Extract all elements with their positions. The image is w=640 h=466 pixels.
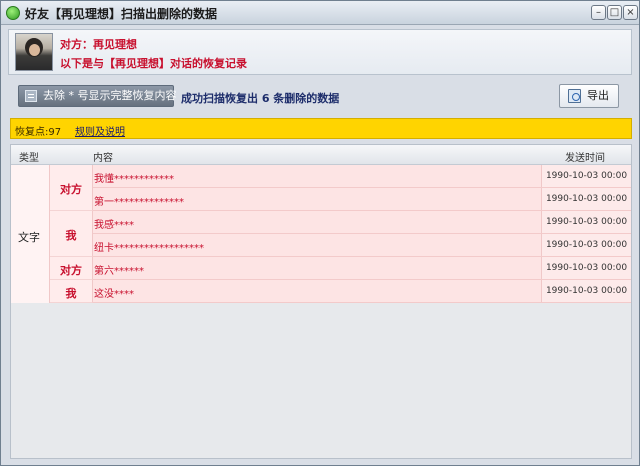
window-title: 好友【再见理想】扫描出删除的数据 — [25, 7, 218, 21]
column-content[interactable]: 内容 — [93, 149, 113, 164]
row-content: 我懂************ — [94, 174, 174, 185]
table-row[interactable]: 我感**** 1990-10-03 00:00 — [93, 211, 631, 234]
export-icon — [568, 89, 581, 103]
close-button[interactable]: × — [623, 5, 638, 20]
restore-point-bar: 恢复点:97 规则及说明 — [10, 118, 632, 139]
column-type[interactable]: 类型 — [19, 149, 39, 164]
minimize-button[interactable]: – — [591, 5, 606, 20]
row-time: 1990-10-03 00:00 — [541, 280, 631, 302]
row-time: 1990-10-03 00:00 — [541, 165, 631, 187]
reveal-button-label: 去除 * 号显示完整恢复内容 — [43, 89, 177, 102]
table-row[interactable]: 第一************** 1990-10-03 00:00 — [93, 188, 631, 211]
recovery-window: 好友【再见理想】扫描出删除的数据 – □ × 对方：再见理想 以下是与【再见理想… — [0, 0, 640, 466]
restore-point-label: 恢复点:97 — [15, 127, 62, 138]
table-row[interactable]: 纽卡****************** 1990-10-03 00:00 — [93, 234, 631, 257]
row-content: 这没**** — [94, 289, 134, 300]
toolbar: 去除 * 号显示完整恢复内容 成功扫描恢复出 6 条删除的数据 导出 — [8, 81, 632, 113]
scan-status: 成功扫描恢复出 6 条删除的数据 — [181, 92, 340, 105]
contact-header: 对方：再见理想 以下是与【再见理想】对话的恢复记录 — [8, 29, 632, 75]
table-row[interactable]: 我懂************ 1990-10-03 00:00 — [93, 165, 631, 188]
row-content: 我感**** — [94, 220, 134, 231]
sender-cell: 对方 — [50, 165, 93, 211]
rules-link[interactable]: 规则及说明 — [75, 123, 125, 138]
maximize-button[interactable]: □ — [607, 5, 622, 20]
records-table: 类型 内容 发送时间 文字 对方 我 对方 我 我懂************ 1… — [10, 144, 632, 459]
avatar — [15, 33, 53, 71]
column-time[interactable]: 发送时间 — [565, 149, 605, 164]
row-content: 纽卡****************** — [94, 243, 204, 254]
row-content: 第一************** — [94, 197, 184, 208]
contact-name: 对方：再见理想 — [60, 38, 137, 51]
chat-app-icon — [6, 6, 20, 20]
export-button[interactable]: 导出 — [559, 84, 619, 108]
sender-label: 对方 — [60, 183, 82, 196]
sender-label: 我 — [65, 287, 77, 300]
row-time: 1990-10-03 00:00 — [541, 188, 631, 210]
row-time: 1990-10-03 00:00 — [541, 234, 631, 256]
record-description: 以下是与【再见理想】对话的恢复记录 — [60, 57, 247, 70]
row-time: 1990-10-03 00:00 — [541, 257, 631, 279]
sender-label: 我 — [65, 229, 77, 242]
table-row[interactable]: 第六****** 1990-10-03 00:00 — [93, 257, 631, 280]
sender-cell: 我 — [50, 211, 93, 257]
export-button-label: 导出 — [587, 89, 609, 102]
sender-cell: 对方 — [50, 257, 93, 280]
table-row[interactable]: 这没**** 1990-10-03 00:00 — [93, 280, 631, 303]
type-cell: 文字 — [11, 165, 50, 303]
type-value: 文字 — [18, 231, 40, 244]
sender-cell: 我 — [50, 280, 93, 303]
title-bar[interactable]: 好友【再见理想】扫描出删除的数据 – □ × — [1, 1, 639, 25]
reveal-full-content-button[interactable]: 去除 * 号显示完整恢复内容 — [18, 85, 177, 107]
list-icon — [25, 90, 37, 102]
sender-label: 对方 — [60, 264, 82, 277]
row-time: 1990-10-03 00:00 — [541, 211, 631, 233]
row-content: 第六****** — [94, 266, 144, 277]
table-body: 文字 对方 我 对方 我 我懂************ 1990-10-03 0… — [11, 165, 631, 303]
table-header: 类型 内容 发送时间 — [11, 145, 631, 165]
